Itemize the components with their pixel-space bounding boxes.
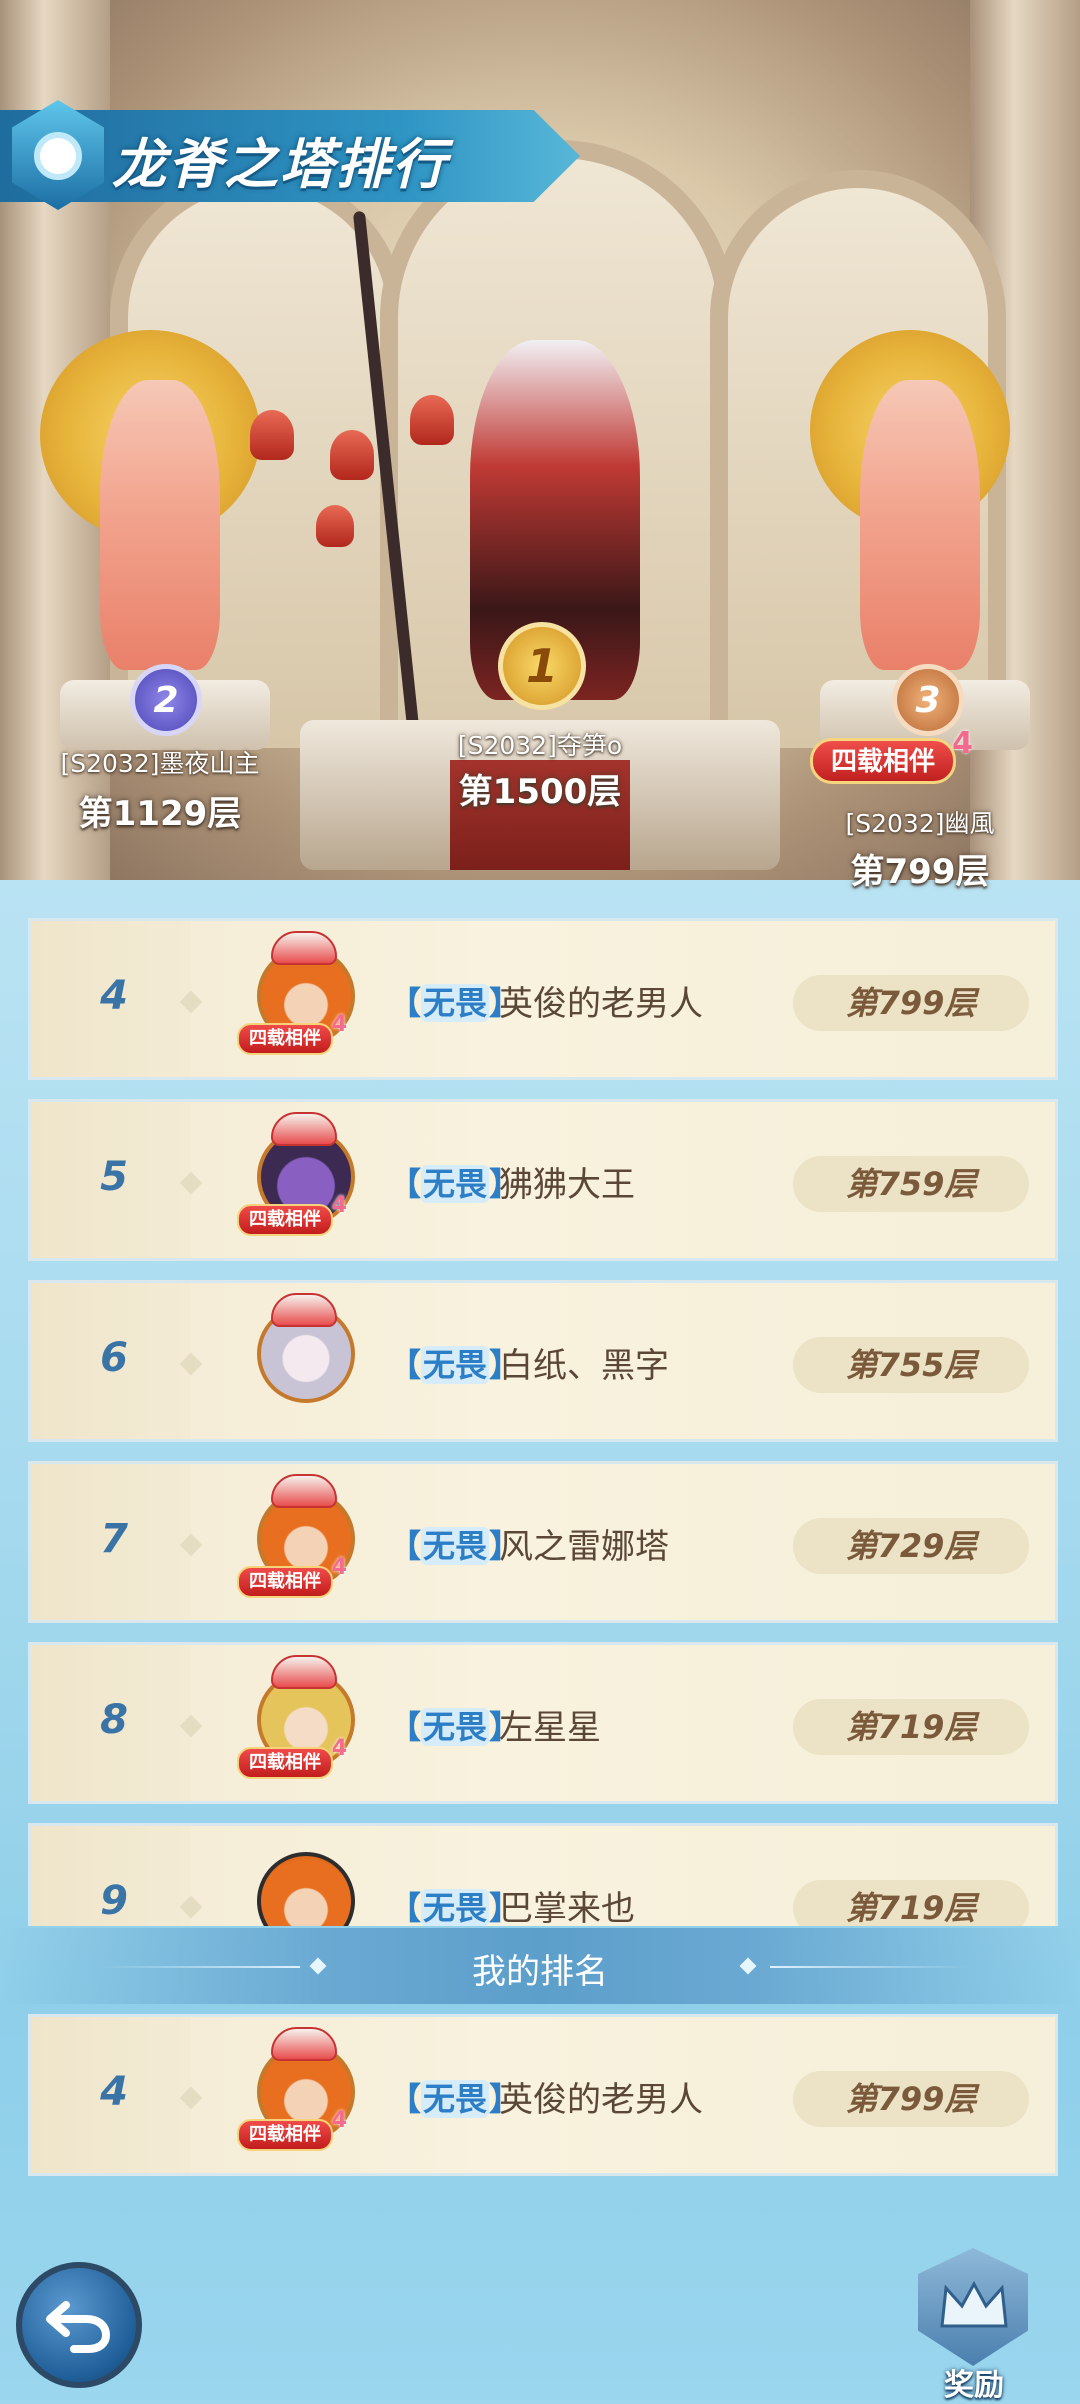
rank-number: 9: [100, 1878, 128, 1924]
list-item[interactable]: 6 【无畏】 白纸、黑字 第755层: [28, 1280, 1058, 1442]
lion-dance-frame-icon: [271, 1474, 337, 1508]
list-item[interactable]: 7 四载相伴 4 【无畏】 风之雷娜塔 第729层: [28, 1461, 1058, 1623]
crown-icon: [940, 2280, 1008, 2328]
floor-value: 第759层: [793, 1156, 1029, 1212]
player-avatar[interactable]: 四载相伴 4: [237, 2027, 363, 2153]
player-avatar[interactable]: 四载相伴 4: [237, 931, 363, 1057]
bell-icon: [316, 505, 354, 547]
player-name: 狒狒大王: [499, 1165, 635, 1205]
player-avatar[interactable]: [243, 1842, 363, 1926]
divider-diamond: [179, 1171, 203, 1195]
back-button[interactable]: [16, 2262, 142, 2388]
player-name: 英俊的老男人: [499, 2080, 703, 2120]
rank-number: 5: [100, 1154, 128, 1200]
anniversary-badge: 四载相伴 4: [237, 1193, 347, 1236]
rank-number: 4: [100, 2069, 128, 2115]
my-rank-row[interactable]: 4 四载相伴 4 【无畏】 英俊的老男人 第799层: [28, 2014, 1058, 2176]
bell-icon: [250, 410, 294, 460]
rank-number: 7: [100, 1516, 128, 1562]
reward-button[interactable]: 奖励: [912, 2248, 1036, 2403]
divider-diamond: [179, 2086, 203, 2110]
player-name: 风之雷娜塔: [499, 1527, 669, 1567]
list-item[interactable]: 9 【无畏】 巴掌来也 第719层: [28, 1823, 1058, 1926]
lion-dance-frame-icon: [271, 931, 337, 965]
bell-icon: [410, 395, 454, 445]
undo-arrow-icon: [46, 2301, 111, 2353]
player-name: 左星星: [499, 1708, 601, 1748]
floor-value: 第719层: [793, 1699, 1029, 1755]
podium-player-name: [S2032]幽風: [845, 809, 995, 838]
anniversary-badge: 四载相伴 4: [237, 1736, 347, 1779]
list-item[interactable]: 4 四载相伴 4 【无畏】 英俊的老男人 第799层: [28, 918, 1058, 1080]
avatar: [257, 1852, 355, 1926]
ranking-list[interactable]: 4 四载相伴 4 【无畏】 英俊的老男人 第799层 5 四载相伴 4 【无畏】 狒…: [28, 918, 1058, 1926]
anniversary-badge: 四载相伴 4: [237, 1555, 347, 1598]
rank-number: 4: [100, 973, 128, 1019]
divider-diamond: [179, 1714, 203, 1738]
floor-value: 第719层: [793, 1880, 1029, 1926]
player-avatar[interactable]: 四载相伴 4: [237, 1112, 363, 1238]
rank-1-medal: 1: [498, 622, 586, 710]
floor-value: 第729层: [793, 1518, 1029, 1574]
page-title: 龙脊之塔排行: [112, 133, 448, 196]
lion-dance-frame-icon: [271, 1655, 337, 1689]
reward-label: 奖励: [944, 2368, 1004, 2403]
anniversary-badge: 四载相伴 4: [810, 726, 973, 784]
podium-floor: 第799层: [850, 852, 990, 892]
list-item[interactable]: 8 四载相伴 4 【无畏】 左星星 第719层: [28, 1642, 1058, 1804]
divider-diamond: [179, 1533, 203, 1557]
floor-value: 第755层: [793, 1337, 1029, 1393]
bell-icon: [330, 430, 374, 480]
lion-dance-frame-icon: [271, 1112, 337, 1146]
my-rank-title: 我的排名: [472, 1952, 608, 1992]
floor-value: 第799层: [793, 975, 1029, 1031]
player-name: 英俊的老男人: [499, 984, 703, 1024]
rank-number: 6: [100, 1335, 128, 1381]
podium-player-name: [S2032]夺笋o: [457, 731, 623, 760]
player-avatar[interactable]: 四载相伴 4: [237, 1655, 363, 1781]
character-figure: [100, 380, 220, 670]
player-name: 白纸、黑字: [499, 1346, 669, 1386]
rank-2-medal: 2: [130, 664, 202, 736]
emblem-core: [34, 132, 82, 180]
divider-diamond: [179, 1895, 203, 1919]
podium-floor: 第1129层: [78, 794, 242, 834]
list-item[interactable]: 5 四载相伴 4 【无畏】 狒狒大王 第759层: [28, 1099, 1058, 1261]
player-avatar[interactable]: [243, 1293, 363, 1419]
player-name: 巴掌来也: [499, 1889, 635, 1926]
character-figure: [860, 380, 980, 670]
divider-diamond: [179, 1352, 203, 1376]
lion-dance-frame-icon: [271, 2027, 337, 2061]
anniversary-badge: 四载相伴 4: [237, 1012, 347, 1055]
podium-floor: 第1500层: [458, 772, 622, 812]
anniversary-badge: 四载相伴 4: [237, 2108, 347, 2151]
floor-value: 第799层: [793, 2071, 1029, 2127]
divider-diamond: [179, 990, 203, 1014]
rank-number: 8: [100, 1697, 128, 1743]
lion-dance-frame-icon: [271, 1293, 337, 1327]
player-avatar[interactable]: 四载相伴 4: [237, 1474, 363, 1600]
podium-player-name: [S2032]墨夜山主: [60, 749, 260, 778]
